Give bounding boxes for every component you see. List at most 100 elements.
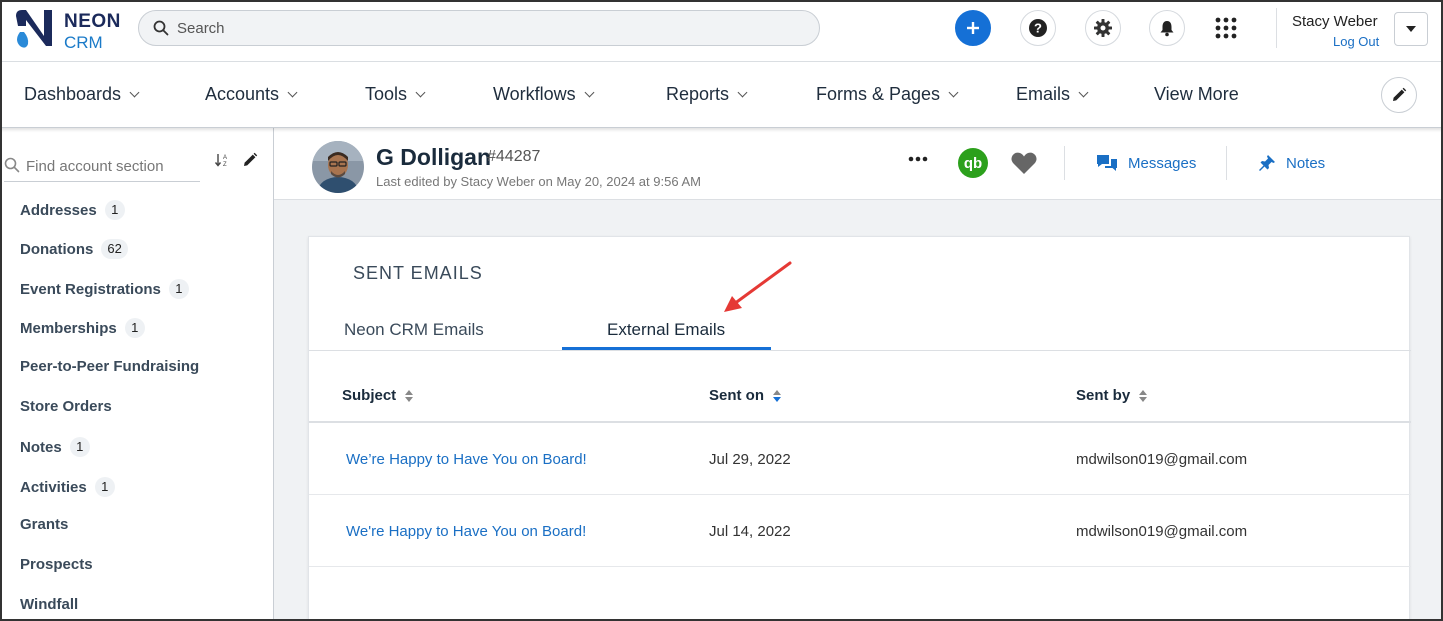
account-id: #44287 [487, 148, 541, 165]
nav-tools[interactable]: Tools [365, 84, 426, 105]
sidebar-item-prospects[interactable]: Prospects [20, 556, 93, 573]
nav-label: Accounts [205, 84, 280, 104]
nav-workflows[interactable]: Workflows [493, 84, 595, 105]
last-edited: Last edited by Stacy Weber on May 20, 20… [376, 174, 701, 189]
header-divider [1064, 146, 1065, 180]
sidebar-item-label: Peer-to-Peer Fundraising [20, 358, 200, 375]
sidebar-item-windfall[interactable]: Windfall [20, 596, 78, 613]
caret-down-icon [1406, 26, 1416, 32]
main-nav: Dashboards Accounts Tools Workflows Repo… [0, 62, 1443, 128]
pencil-icon [1393, 87, 1407, 101]
search-input[interactable] [177, 17, 797, 39]
sidebar-item-label: Grants [20, 516, 69, 533]
nav-dashboards[interactable]: Dashboards [24, 84, 140, 105]
avatar-photo-icon [312, 141, 364, 193]
settings-button[interactable] [1085, 10, 1121, 46]
plus-icon [967, 22, 979, 34]
account-name: G Dolligan [376, 144, 491, 170]
sort-arrows-icon [773, 389, 781, 402]
help-icon: ? [1029, 19, 1047, 37]
chevron-down-icon [415, 87, 426, 97]
sent-emails-card: SENT EMAILS Neon CRM Emails External Ema… [308, 236, 1411, 621]
sidebar-item-memberships[interactable]: Memberships 1 [20, 318, 145, 338]
email-sent-on: Jul 14, 2022 [709, 523, 791, 540]
avatar [312, 141, 364, 193]
sidebar-item-activities[interactable]: Activities 1 [20, 477, 115, 497]
apps-button[interactable] [1208, 10, 1244, 46]
sidebar-item-label: Donations [20, 240, 94, 258]
neon-logo-mark-icon [16, 10, 52, 48]
sidebar-item-label: Notes [20, 438, 62, 456]
email-tabs: Neon CRM Emails External Emails [309, 307, 1411, 351]
count-badge: 1 [168, 279, 189, 299]
messages-icon [1097, 155, 1117, 171]
table-row: We’re Happy to Have You on Board! Jul 29… [309, 423, 1411, 495]
column-sent-by[interactable]: Sent by [1076, 387, 1148, 404]
header-divider [1226, 146, 1227, 180]
search-icon [153, 20, 169, 36]
section-search-input[interactable] [26, 154, 198, 178]
table-header: Subject Sent on Sent by [309, 351, 1411, 423]
nav-accounts[interactable]: Accounts [205, 84, 298, 105]
messages-link[interactable]: Messages [1096, 154, 1196, 172]
sidebar-item-label: Addresses [20, 201, 97, 219]
quickbooks-icon[interactable]: qb [958, 148, 988, 178]
notes-label: Notes [1286, 154, 1326, 172]
more-icon[interactable] [908, 156, 928, 162]
email-sent-by: mdwilson019@gmail.com [1076, 523, 1248, 540]
email-sent-by: mdwilson019@gmail.com [1076, 451, 1248, 468]
sidebar-item-donations[interactable]: Donations 62 [20, 239, 128, 259]
edit-nav-button[interactable] [1381, 77, 1417, 113]
gear-icon [1094, 19, 1112, 37]
pencil-icon[interactable] [242, 152, 258, 168]
section-search[interactable] [4, 152, 200, 182]
sidebar-item-notes[interactable]: Notes 1 [20, 437, 90, 457]
tab-external-emails[interactable]: External Emails [607, 320, 725, 340]
sort-icon[interactable]: A Z [214, 152, 230, 168]
brand-name: NEON [64, 11, 121, 32]
sidebar-item-label: Windfall [20, 596, 79, 613]
sidebar-item-addresses[interactable]: Addresses 1 [20, 200, 125, 220]
sidebar-item-store-orders[interactable]: Store Orders [20, 398, 112, 415]
notes-link[interactable]: Notes [1258, 154, 1325, 172]
svg-text:?: ? [1034, 21, 1042, 36]
count-badge: 62 [101, 239, 128, 259]
quickbooks-label: qb [963, 154, 983, 172]
email-sent-on: Jul 29, 2022 [709, 451, 791, 468]
count-badge: 1 [94, 477, 115, 497]
nav-label: Forms & Pages [816, 84, 941, 104]
column-label: Sent on [709, 387, 764, 404]
nav-forms-pages[interactable]: Forms & Pages [816, 84, 959, 105]
tab-neon-crm-emails[interactable]: Neon CRM Emails [344, 320, 484, 340]
heart-icon[interactable] [1010, 150, 1038, 176]
global-search[interactable] [138, 10, 820, 46]
column-subject[interactable]: Subject [342, 387, 414, 404]
sidebar-item-event-registrations[interactable]: Event Registrations 1 [20, 279, 189, 299]
column-sent-on[interactable]: Sent on [709, 387, 782, 404]
chevron-down-icon [737, 87, 748, 97]
sidebar-item-grants[interactable]: Grants [20, 516, 68, 533]
count-badge: 1 [124, 318, 145, 338]
nav-reports[interactable]: Reports [666, 84, 748, 105]
card-title: SENT EMAILS [353, 263, 483, 283]
nav-view-more[interactable]: View More [1154, 84, 1239, 105]
user-name: Stacy Weber [1292, 13, 1378, 30]
brand-subname: CRM [64, 33, 103, 52]
sort-arrows-icon [1139, 389, 1148, 402]
help-button[interactable]: ? [1020, 10, 1056, 46]
user-menu-dropdown[interactable] [1394, 12, 1428, 46]
top-header: NEON CRM ? [0, 0, 1443, 62]
sidebar-item-label: Activities [20, 478, 87, 496]
email-subject-link[interactable]: We’re Happy to Have You on Board! [346, 451, 587, 468]
column-label: Sent by [1076, 387, 1131, 404]
chevron-down-icon [1078, 87, 1089, 97]
create-button[interactable] [955, 10, 991, 46]
logout-link[interactable]: Log Out [1333, 34, 1379, 49]
notifications-button[interactable] [1149, 10, 1185, 46]
sidebar-item-peer-to-peer[interactable]: Peer-to-Peer Fundraising [20, 358, 199, 375]
email-subject-link[interactable]: We're Happy to Have You on Board! [346, 523, 586, 540]
annotation-arrow-icon [724, 261, 792, 312]
nav-emails[interactable]: Emails [1016, 84, 1089, 105]
neon-crm-logo[interactable]: NEON CRM [12, 6, 132, 54]
nav-label: Emails [1016, 84, 1071, 104]
